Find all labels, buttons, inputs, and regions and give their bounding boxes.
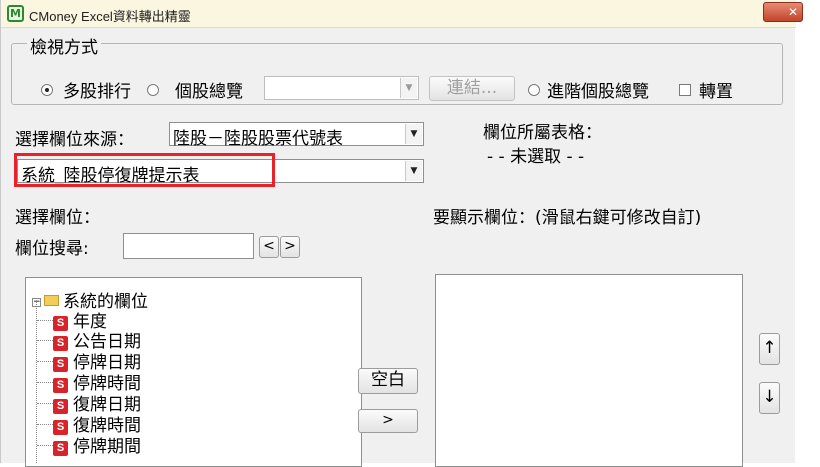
move-down-button[interactable]: ↓	[759, 382, 780, 414]
radio-advanced-overview[interactable]	[528, 84, 540, 96]
tree-item-label: 停牌期間	[73, 437, 141, 457]
chevron-down-icon[interactable]: ▼	[405, 161, 422, 181]
excel-export-wizard-window: M CMoney Excel資料轉出精靈 ✕ 檢視方式 多股排行 個股總覽 ▼ …	[0, 0, 803, 467]
annotation-highlight-box	[14, 153, 275, 187]
view-mode-legend: 檢視方式	[27, 33, 101, 58]
app-icon: M	[7, 5, 24, 22]
transpose-label[interactable]: 轉置	[699, 77, 733, 102]
belong-table-label: 欄位所屬表格：	[483, 123, 602, 143]
search-next-button[interactable]: >	[280, 236, 300, 258]
display-fields-label: 要顯示欄位：(滑鼠右鍵可修改自訂)	[433, 208, 702, 228]
display-fields-list[interactable]	[435, 274, 743, 467]
arrow-up-icon: ↑	[762, 338, 777, 358]
field-source-combo[interactable]: 陸股－陸股股票代號表 ▼	[169, 122, 424, 149]
available-fields-tree[interactable]: − 系統的欄位 S 年度 S 公告日期 S 停牌日期 S 停牌時間 S 復牌日期 S 復牌時間…	[25, 277, 362, 467]
radio-single-stock-overview[interactable]	[147, 84, 159, 96]
stock-select-combo[interactable]: ▼	[264, 76, 419, 100]
search-prev-button[interactable]: <	[259, 236, 279, 258]
arrow-down-icon: ↓	[762, 387, 777, 407]
radio-advanced-overview-label[interactable]: 進階個股總覽	[547, 77, 649, 102]
blank-button[interactable]: 空白	[358, 368, 418, 394]
window-title: CMoney Excel資料轉出精靈	[29, 9, 191, 24]
chevron-down-icon[interactable]: ▼	[405, 124, 422, 144]
transpose-checkbox[interactable]	[679, 84, 691, 96]
radio-single-stock-overview-label[interactable]: 個股總覽	[175, 77, 243, 102]
tree-item-resume-date[interactable]: S 復牌日期	[37, 390, 141, 415]
close-button[interactable]: ✕	[763, 2, 803, 22]
close-icon: ✕	[787, 5, 798, 19]
tree-item-suspend-time[interactable]: S 停牌時間	[37, 369, 141, 394]
link-button[interactable]: 連結...	[429, 76, 515, 101]
add-field-button[interactable]: >	[358, 409, 418, 433]
tree-item-suspend-date[interactable]: S 停牌日期	[37, 348, 141, 373]
title-bar: M CMoney Excel資料轉出精靈	[1, 0, 796, 28]
radio-multi-stock-ranking[interactable]	[41, 84, 53, 96]
move-up-button[interactable]: ↑	[759, 333, 780, 365]
tree-item-announce-date[interactable]: S 公告日期	[37, 327, 141, 352]
folder-icon	[44, 295, 59, 306]
field-source-label: 選擇欄位來源：	[15, 130, 134, 150]
belong-table-value: - - 未選取 - -	[487, 147, 585, 167]
select-fields-label: 選擇欄位：	[15, 208, 100, 228]
field-search-label: 欄位搜尋:	[15, 239, 89, 259]
field-source-value: 陸股－陸股股票代號表	[173, 129, 343, 149]
chevron-down-icon[interactable]: ▼	[400, 78, 417, 98]
tree-item-resume-time[interactable]: S 復牌時間	[37, 411, 141, 436]
field-type-icon: S	[53, 441, 68, 456]
field-search-input[interactable]	[123, 233, 254, 259]
tree-item-year[interactable]: S 年度	[37, 307, 107, 332]
radio-multi-stock-ranking-label[interactable]: 多股排行	[63, 77, 131, 102]
tree-item-suspend-period[interactable]: S 停牌期間	[37, 432, 141, 457]
